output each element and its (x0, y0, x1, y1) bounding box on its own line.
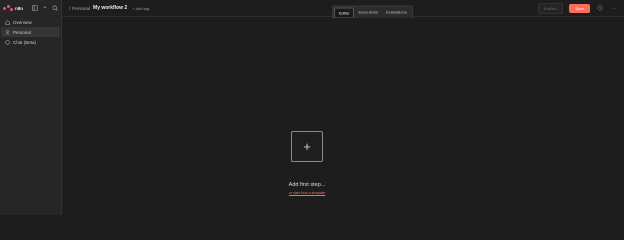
add-icon[interactable]: + (42, 5, 48, 11)
sidebar-item-label: Chat (Beta) (13, 39, 37, 45)
history-icon[interactable] (596, 5, 604, 13)
home-icon (5, 19, 10, 25)
add-first-step-button[interactable]: + (291, 131, 323, 162)
tab-executions[interactable]: Executions (354, 8, 382, 19)
save-button[interactable]: Save (568, 4, 590, 13)
logo[interactable]: n8n (3, 5, 23, 11)
toggle-sidebar-icon[interactable] (32, 5, 38, 11)
add-first-step-label: Add first step... (288, 182, 326, 188)
more-options-icon[interactable]: ⋯ (610, 6, 618, 12)
sidebar-item-chat[interactable]: Chat (Beta) (1, 37, 60, 47)
tab-evaluations[interactable]: Evaluations (382, 8, 411, 19)
breadcrumb: / Personal (69, 6, 90, 11)
sidebar-item-personal[interactable]: Personal (1, 27, 60, 37)
workflow-header: / Personal My workflow 2 + Add tag Edito… (62, 0, 624, 21)
sidebar-item-label: Overview (13, 19, 32, 25)
add-tag-button[interactable]: + Add tag (132, 6, 149, 11)
sidebar-header: n8n + (0, 1, 61, 15)
plus-icon: + (303, 139, 311, 154)
chat-icon (5, 39, 10, 45)
sidebar-item-label: Personal (13, 29, 31, 35)
sidebar-item-overview[interactable]: Overview (1, 17, 60, 27)
tab-editor[interactable]: Editor (334, 7, 355, 19)
breadcrumb-sep: / (69, 5, 71, 11)
search-icon[interactable] (52, 5, 58, 11)
workflow-canvas[interactable] (62, 18, 624, 215)
workflow-title[interactable]: My workflow 2 (93, 5, 127, 11)
user-icon (5, 29, 10, 35)
logo-text: n8n (15, 5, 24, 11)
breadcrumb-project[interactable]: Personal (72, 6, 90, 11)
n8n-logo-icon (3, 5, 13, 11)
publish-button[interactable]: Publish (537, 3, 563, 14)
sidebar: n8n + Overview Personal Chat (Beta) (0, 0, 62, 215)
sidebar-nav: Overview Personal Chat (Beta) (0, 17, 61, 47)
start-from-template-link[interactable]: or start from a template (289, 191, 325, 195)
